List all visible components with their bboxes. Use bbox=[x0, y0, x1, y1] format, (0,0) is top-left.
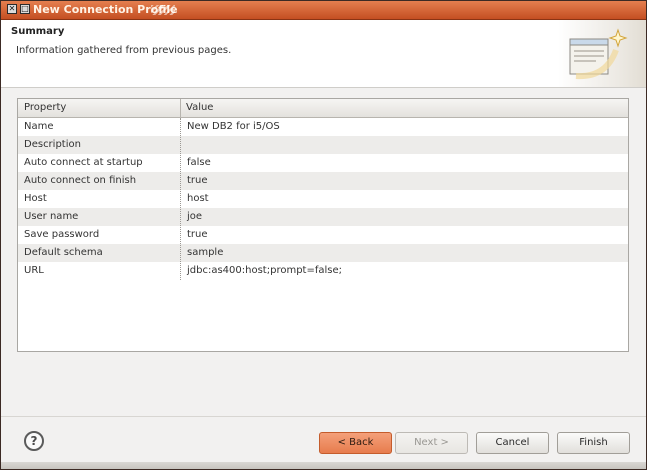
column-header-value[interactable]: Value bbox=[186, 102, 213, 113]
table-row[interactable]: Auto connect on finish true bbox=[18, 172, 628, 190]
table-row[interactable]: Auto connect at startup false bbox=[18, 154, 628, 172]
value-cell: true bbox=[187, 229, 208, 240]
table-row[interactable]: Host host bbox=[18, 190, 628, 208]
value-cell: sample bbox=[187, 247, 224, 258]
bottom-edge bbox=[1, 462, 646, 469]
property-cell: User name bbox=[24, 211, 79, 222]
value-cell: true bbox=[187, 175, 208, 186]
page-description: Information gathered from previous pages… bbox=[16, 45, 232, 56]
finish-button[interactable]: Finish bbox=[557, 432, 630, 454]
column-divider bbox=[180, 118, 181, 280]
property-cell: URL bbox=[24, 265, 44, 276]
next-button[interactable]: Next > bbox=[395, 432, 468, 454]
value-cell: false bbox=[187, 157, 211, 168]
wizard-header: Summary Information gathered from previo… bbox=[1, 20, 646, 88]
column-header-property[interactable]: Property bbox=[24, 102, 66, 113]
table-header: Property Value bbox=[18, 99, 628, 118]
table-row[interactable]: Description bbox=[18, 136, 628, 154]
table-row[interactable]: Save password true bbox=[18, 226, 628, 244]
summary-table[interactable]: Property Value Name New DB2 for i5/OS De… bbox=[17, 98, 629, 352]
table-row[interactable]: URL jdbc:as400:host;prompt=false; bbox=[18, 262, 628, 280]
table-row[interactable]: Default schema sample bbox=[18, 244, 628, 262]
back-button[interactable]: < Back bbox=[319, 432, 392, 454]
dialog-window: ✕ □ New Connection Profile Summary Infor… bbox=[0, 0, 647, 470]
value-cell: host bbox=[187, 193, 209, 204]
property-cell: Auto connect on finish bbox=[24, 175, 137, 186]
table-row[interactable]: User name joe bbox=[18, 208, 628, 226]
property-cell: Description bbox=[24, 139, 81, 150]
footer-divider bbox=[1, 416, 646, 417]
title-bar[interactable]: ✕ □ New Connection Profile bbox=[1, 1, 646, 20]
property-cell: Save password bbox=[24, 229, 100, 240]
maximize-icon[interactable]: □ bbox=[20, 4, 30, 14]
property-cell: Auto connect at startup bbox=[24, 157, 143, 168]
value-cell: New DB2 for i5/OS bbox=[187, 121, 280, 132]
close-icon[interactable]: ✕ bbox=[7, 4, 17, 14]
page-title: Summary bbox=[11, 26, 65, 37]
value-cell: jdbc:as400:host;prompt=false; bbox=[187, 265, 342, 276]
property-cell: Default schema bbox=[24, 247, 103, 258]
table-row[interactable]: Name New DB2 for i5/OS bbox=[18, 118, 628, 136]
property-cell: Host bbox=[24, 193, 47, 204]
value-cell: joe bbox=[187, 211, 203, 222]
wizard-banner-icon bbox=[569, 28, 628, 80]
cancel-button[interactable]: Cancel bbox=[476, 432, 549, 454]
column-separator[interactable] bbox=[180, 99, 181, 117]
help-icon[interactable]: ? bbox=[24, 431, 44, 451]
property-cell: Name bbox=[24, 121, 54, 132]
wizard-banner bbox=[558, 20, 646, 87]
titlebar-grip bbox=[151, 5, 175, 15]
